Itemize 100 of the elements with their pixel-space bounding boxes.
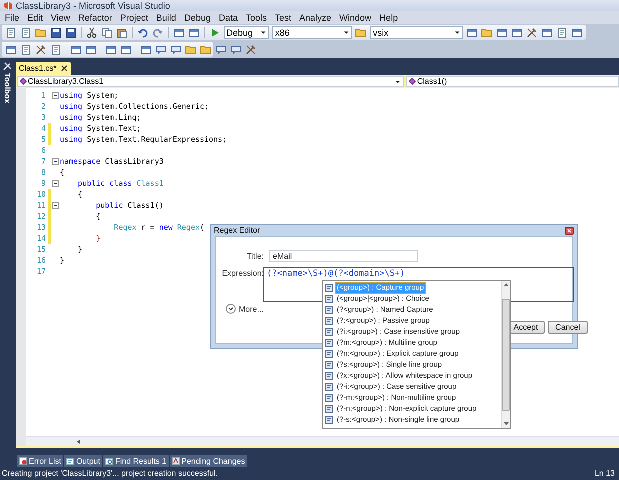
status-message: Creating project 'ClassLibrary3'... project creation successful. — [2, 469, 218, 478]
scissors-icon[interactable] — [86, 26, 98, 38]
document-icon[interactable] — [5, 26, 17, 38]
window-icon[interactable] — [172, 26, 185, 38]
folder-icon[interactable] — [481, 26, 494, 38]
snippet-icon — [325, 350, 333, 358]
document-icon[interactable] — [20, 44, 32, 56]
window-icon[interactable] — [5, 44, 17, 56]
speech-bubble-icon[interactable] — [170, 44, 182, 56]
tool-window-tab[interactable]: Output — [64, 455, 102, 467]
app-icon — [3, 0, 13, 10]
folder-icon[interactable] — [200, 44, 212, 56]
snippet-icon — [325, 416, 333, 424]
tab-label: Pending Changes — [182, 456, 246, 466]
collapse-toggle-icon[interactable] — [52, 202, 58, 209]
menu-item[interactable]: Refactor — [74, 12, 116, 22]
dropdown[interactable]: x86 — [272, 26, 352, 39]
document-icon[interactable] — [556, 26, 568, 38]
window-icon[interactable] — [70, 44, 82, 56]
window-icon[interactable] — [120, 44, 132, 56]
dropdown[interactable]: Debug — [224, 26, 270, 39]
toolbox-tab[interactable]: Toolbox — [3, 73, 12, 104]
window-icon[interactable] — [188, 26, 200, 38]
scrollbar-thumb[interactable] — [502, 298, 510, 410]
dialog-title: Regex Editor — [214, 226, 260, 235]
close-icon[interactable] — [60, 65, 68, 72]
more-button[interactable]: More... — [226, 304, 264, 314]
menu-item[interactable]: Tools — [242, 12, 271, 22]
dropdown-value: Debug — [226, 28, 254, 38]
menu-item[interactable]: Test — [271, 12, 296, 22]
menu-item[interactable]: View — [47, 12, 74, 22]
copy-icon[interactable] — [100, 26, 113, 38]
tab-label: Find Results 1 — [115, 456, 167, 466]
tool-window-tab[interactable]: Error List — [17, 455, 64, 467]
scroll-up-icon[interactable] — [504, 283, 508, 287]
dropdown[interactable]: vsix — [370, 26, 464, 39]
document-icon[interactable] — [20, 26, 32, 38]
snippet-icon — [325, 306, 333, 314]
expand-icon[interactable] — [226, 304, 236, 314]
dropdown-value: x86 — [275, 28, 290, 38]
class-icon — [20, 78, 27, 85]
snippet-icon — [325, 338, 333, 346]
menu-item[interactable]: Edit — [24, 12, 48, 22]
horizontal-scrollbar[interactable] — [26, 436, 619, 446]
find-results-icon — [105, 457, 114, 465]
window-icon[interactable] — [140, 44, 152, 56]
snippet-icon — [325, 284, 333, 292]
window-icon[interactable] — [466, 26, 478, 38]
field-label: Title: — [246, 252, 264, 260]
redo-icon[interactable] — [152, 26, 164, 38]
cancel-button[interactable]: Cancel — [548, 321, 588, 334]
scroll-left-icon[interactable] — [76, 438, 82, 444]
collapse-toggle-icon[interactable] — [52, 158, 58, 165]
collapse-toggle-icon[interactable] — [52, 92, 58, 99]
menu-item[interactable]: Help — [376, 12, 402, 22]
menu-item[interactable]: Project — [116, 12, 152, 22]
window-icon[interactable] — [105, 44, 117, 56]
window-icon[interactable] — [85, 44, 97, 56]
snippet-icon — [325, 328, 333, 336]
field-label: Expression: — [221, 269, 264, 278]
dropdown[interactable]: Class1() — [406, 76, 619, 87]
vertical-scrollbar[interactable] — [501, 281, 510, 428]
tab-label: Class1.cs* — [19, 64, 57, 73]
tools-icon[interactable] — [526, 26, 538, 38]
tools-icon[interactable] — [245, 44, 257, 56]
menu-item[interactable]: Build — [152, 12, 180, 22]
window-icon[interactable] — [541, 26, 554, 38]
tool-window-tab[interactable]: Find Results 1 — [103, 455, 169, 467]
title-input[interactable]: eMail — [269, 250, 418, 262]
menu-item[interactable]: File — [1, 12, 24, 22]
window-icon[interactable] — [496, 26, 508, 38]
tool-window-tab[interactable]: Pending Changes — [170, 455, 248, 467]
scroll-down-icon[interactable] — [504, 422, 508, 426]
class-icon — [409, 78, 416, 85]
close-icon[interactable] — [565, 226, 574, 234]
document-icon[interactable] — [50, 44, 62, 56]
window-icon[interactable] — [571, 26, 584, 38]
collapse-toggle-icon[interactable] — [52, 180, 58, 187]
menu-item[interactable]: Data — [214, 12, 242, 22]
menu-item[interactable]: Window — [336, 12, 376, 22]
snippet-icon — [325, 382, 333, 390]
more-label: More... — [239, 304, 264, 314]
cursor-position: Ln 13 — [594, 469, 615, 478]
window-icon[interactable] — [511, 26, 524, 38]
menu-item[interactable]: Debug — [180, 12, 215, 22]
dropdown-value: ClassLibrary3.Class1 — [28, 77, 104, 86]
folder-icon[interactable] — [185, 44, 197, 56]
pending-changes-icon — [172, 457, 180, 465]
speech-bubble-icon[interactable] — [230, 44, 242, 56]
speech-bubble-icon[interactable] — [155, 44, 167, 56]
tools-icon[interactable] — [35, 44, 47, 56]
clipboard-icon[interactable] — [116, 26, 128, 38]
speech-bubble-icon[interactable] — [215, 44, 227, 56]
snippet-icon — [325, 404, 333, 412]
snippet-icon — [325, 294, 333, 302]
menu-item[interactable]: Analyze — [296, 12, 336, 22]
undo-icon[interactable] — [136, 26, 149, 38]
document-tab[interactable]: Class1.cs* — [16, 62, 71, 75]
dropdown[interactable]: ClassLibrary3.Class1 — [17, 76, 404, 87]
window-title: ClassLibrary3 - Microsoft Visual Studio — [16, 0, 170, 10]
